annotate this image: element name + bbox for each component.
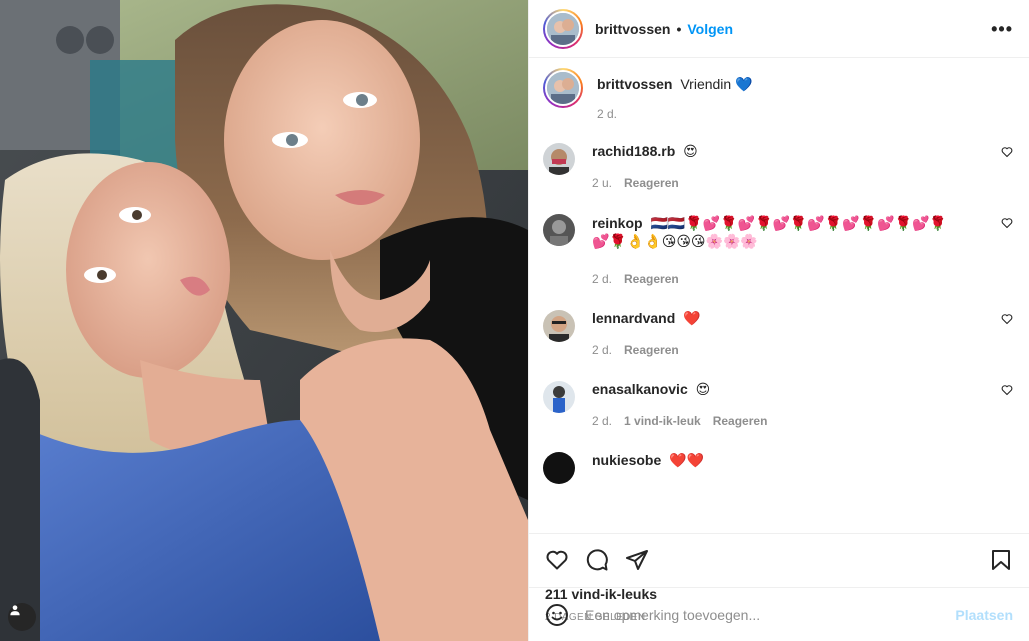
post-comment-button[interactable]: Plaatsen	[955, 607, 1013, 623]
add-comment-bar: Plaatsen	[529, 587, 1029, 641]
caption-time[interactable]: 2 d.	[597, 107, 617, 121]
comments-list[interactable]: brittvossen Vriendin 💙 2 d. rachid188.rb…	[529, 58, 1029, 533]
heart-icon	[546, 550, 568, 570]
heart-icon	[1001, 385, 1013, 396]
comment-time[interactable]: 2 d.	[592, 343, 612, 357]
reply-button[interactable]: Reageren	[624, 343, 679, 357]
heart-icon	[1001, 314, 1013, 325]
avatar-image	[543, 143, 575, 175]
user-tag-icon	[10, 605, 20, 616]
comment-item: reinkop 🇳🇱🇳🇱🌹💕🌹💕🌹💕🌹💕🌹💕🌹💕🌹💕🌹 💕🌹👌👌😘😘😘🌸🌸🌸 2…	[543, 214, 1013, 286]
commenter-avatar[interactable]	[543, 310, 575, 342]
comment-input[interactable]	[585, 606, 956, 623]
comment-likes-count[interactable]: 1 vind-ik-leuk	[624, 414, 701, 428]
commenter-avatar[interactable]	[543, 381, 575, 413]
emoji-button[interactable]	[545, 603, 569, 627]
heart-icon	[1001, 147, 1013, 158]
comment-item: nukiesobe ❤️❤️	[543, 452, 1013, 484]
comment-username[interactable]: nukiesobe	[592, 452, 661, 468]
caption-avatar[interactable]	[543, 68, 583, 108]
reply-button[interactable]: Reageren	[713, 414, 768, 428]
caption-username[interactable]: brittvossen	[597, 76, 672, 92]
avatar-image	[547, 72, 579, 104]
reply-button[interactable]: Reageren	[624, 176, 679, 190]
comment-item: enasalkanovic 😍 2 d. 1 vind-ik-leuk Reag…	[543, 381, 1013, 428]
comment-text: 😍	[695, 381, 711, 397]
like-button[interactable]	[545, 548, 569, 572]
comment-item: lennardvand ❤️ 2 d. Reageren	[543, 310, 1013, 357]
comment-time[interactable]: 2 d.	[592, 272, 612, 286]
author-avatar[interactable]	[543, 8, 583, 49]
comment-button[interactable]	[585, 548, 609, 572]
reply-button[interactable]: Reageren	[624, 272, 679, 286]
share-button[interactable]	[625, 548, 649, 572]
comment-like-button[interactable]	[1001, 383, 1013, 399]
caption-text: Vriendin 💙	[680, 76, 753, 92]
avatar-image	[543, 214, 575, 246]
instagram-post: brittvossen • Volgen ••• brittvossen Vri…	[0, 0, 1029, 641]
avatar-image	[543, 381, 575, 413]
comment-username[interactable]: lennardvand	[592, 310, 675, 326]
comment-text-continued: 💕🌹👌👌😘😘😘🌸🌸🌸	[592, 233, 758, 249]
comment-text: ❤️	[683, 310, 701, 326]
separator-dot: •	[676, 20, 682, 37]
post-header: brittvossen • Volgen •••	[529, 0, 1029, 58]
action-icons	[545, 546, 1013, 574]
comment-text: ❤️❤️	[669, 452, 705, 468]
share-icon	[626, 550, 648, 570]
comment-time[interactable]: 2 u.	[592, 176, 612, 190]
commenter-avatar[interactable]	[543, 214, 575, 246]
comment-icon	[586, 549, 608, 571]
comment-item: rachid188.rb 😍 2 u. Reageren	[543, 143, 1013, 190]
avatar-image	[547, 12, 579, 45]
comment-time[interactable]: 2 d.	[592, 414, 612, 428]
save-button[interactable]	[989, 548, 1013, 572]
comment-username[interactable]: rachid188.rb	[592, 143, 675, 159]
follow-button[interactable]: Volgen	[687, 21, 733, 37]
selfie-photo	[0, 0, 528, 641]
emoji-icon	[546, 603, 568, 626]
avatar-image	[543, 310, 575, 342]
comment-username[interactable]: enasalkanovic	[592, 381, 688, 397]
comment-like-button[interactable]	[1001, 145, 1013, 161]
author-username[interactable]: brittvossen	[595, 21, 670, 37]
more-icon[interactable]: •••	[991, 20, 1013, 38]
comment-text: 🇳🇱🇳🇱🌹💕🌹💕🌹💕🌹💕🌹💕🌹💕🌹💕🌹	[650, 215, 947, 231]
caption: brittvossen Vriendin 💙 2 d.	[543, 68, 1013, 121]
comment-username[interactable]: reinkop	[592, 215, 643, 231]
heart-icon	[1001, 218, 1013, 229]
commenter-avatar[interactable]	[543, 143, 575, 175]
bookmark-icon	[992, 550, 1010, 570]
post-photo[interactable]	[0, 0, 528, 641]
comment-text: 😍	[683, 143, 698, 159]
comment-like-button[interactable]	[1001, 312, 1013, 328]
comment-like-button[interactable]	[1001, 216, 1013, 232]
tagged-users-button[interactable]	[8, 603, 36, 631]
commenter-avatar[interactable]	[543, 452, 575, 484]
post-side-panel: brittvossen • Volgen ••• brittvossen Vri…	[528, 0, 1029, 641]
